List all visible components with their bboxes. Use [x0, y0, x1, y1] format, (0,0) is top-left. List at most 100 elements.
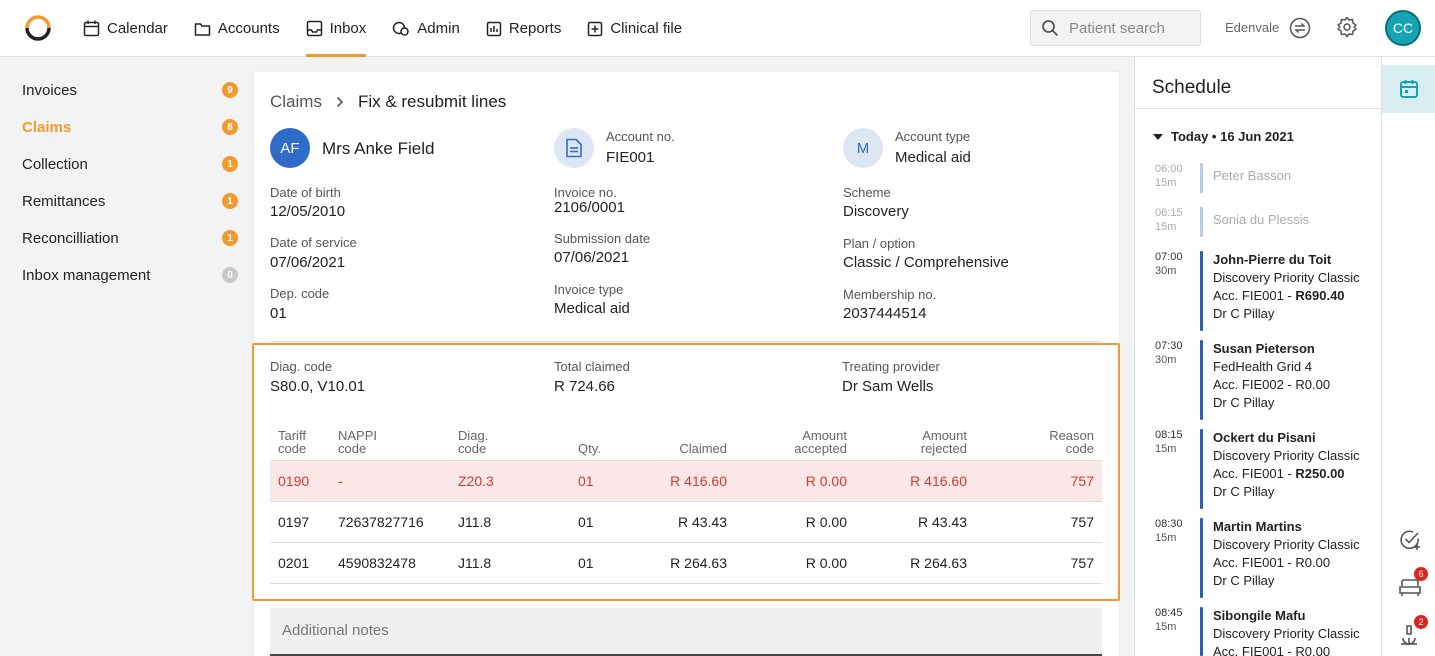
table-row[interactable]: 0201 4590832478 J11.8 01 R 264.63 R 0.00… — [270, 541, 1102, 584]
nappi-cell: 4590832478 — [330, 541, 450, 584]
scheme-label: Scheme — [843, 185, 891, 200]
plan-label: Plan / option — [843, 236, 916, 251]
appointment-duration: 15m — [1155, 532, 1177, 544]
accepted-cell: R 0.00 — [735, 500, 855, 542]
appointment-duration: 30m — [1155, 354, 1177, 366]
appointment-bar — [1200, 429, 1203, 509]
column-header: Diag. code — [458, 427, 489, 456]
patient-search[interactable] — [1030, 10, 1201, 46]
appointment-doctor: Dr C Pillay — [1213, 573, 1275, 588]
sidebar-item-collection[interactable]: Collection 1 — [22, 152, 238, 176]
reports-icon — [486, 21, 502, 36]
appointment-details: John-Pierre du Toit Discovery Priority C… — [1213, 251, 1360, 323]
appointment-time: 07:30 — [1155, 340, 1183, 352]
divider — [270, 341, 1102, 342]
tariff-cell: 0197 — [270, 500, 330, 542]
qty-cell: 01 — [570, 541, 630, 584]
switch-practice-icon[interactable] — [1289, 17, 1311, 39]
tasks-button[interactable] — [1396, 526, 1424, 554]
rejected-cell: R 416.60 — [855, 459, 975, 501]
appointment-doctor: Dr C Pillay — [1213, 306, 1275, 321]
account-type-value: Medical aid — [895, 149, 971, 166]
nav-inbox[interactable]: Inbox — [305, 0, 366, 57]
schedule-toggle-button[interactable] — [1382, 65, 1435, 113]
nav-accounts[interactable]: Accounts — [194, 0, 280, 57]
user-avatar[interactable]: CC — [1385, 10, 1421, 46]
search-input[interactable] — [1069, 19, 1194, 37]
appointment-patient: Susan Pieterson — [1213, 341, 1315, 356]
appointment-amount: R0.00 — [1295, 377, 1331, 392]
appointment-account: Acc. FIE001 - — [1213, 644, 1296, 656]
count-badge: 8 — [222, 119, 238, 135]
appointment-bar — [1200, 518, 1203, 598]
column-header: Reason code — [1049, 427, 1094, 456]
treating-provider-label: Treating provider — [842, 359, 940, 374]
invoice-no-value: 2106/0001 — [554, 199, 625, 216]
column-header: Amount rejected — [920, 427, 967, 456]
caret-down-icon — [1153, 133, 1163, 140]
invoice-type-label: Invoice type — [554, 282, 624, 297]
count-badge: 1 — [222, 230, 238, 246]
settings-icon[interactable] — [1336, 16, 1358, 38]
breadcrumb-claims-link[interactable]: Claims — [270, 92, 322, 112]
appointment-time: 08:15 — [1155, 429, 1183, 441]
notification-badge: 6 — [1414, 567, 1428, 581]
sidebar-item-remittances[interactable]: Remittances 1 — [22, 189, 238, 213]
rejected-cell: R 264.63 — [855, 541, 975, 584]
table-row[interactable]: 0190 - Z20.3 01 R 416.60 R 0.00 R 416.60… — [270, 459, 1102, 501]
folder-icon — [194, 22, 211, 36]
main-nav: Calendar Accounts Inbox Admin Reports Cl… — [83, 0, 708, 57]
nav-clinical-file-label: Clinical file — [610, 20, 683, 37]
qty-cell: 01 — [570, 500, 630, 542]
lab-results-button[interactable]: 2 — [1396, 615, 1428, 649]
account-avatar — [554, 128, 594, 168]
sidebar-item-label: Reconcilliation — [22, 229, 119, 247]
document-icon — [566, 138, 582, 158]
scheme-value: Discovery — [843, 203, 909, 220]
appointment-time: 08:45 — [1155, 607, 1183, 619]
nav-reports[interactable]: Reports — [486, 0, 562, 57]
dep-code-value: 01 — [270, 305, 287, 322]
additional-notes-field[interactable]: Additional notes — [270, 608, 1102, 656]
sidebar-item-invoices[interactable]: Invoices 9 — [22, 78, 238, 102]
nappi-cell: 72637827716 — [330, 500, 450, 542]
appointment-time: 08:30 — [1155, 518, 1183, 530]
claimed-cell: R 416.60 — [630, 459, 735, 501]
schedule-day-toggle[interactable]: Today • 16 Jun 2021 — [1153, 129, 1294, 144]
nav-admin[interactable]: Admin — [392, 0, 460, 57]
appointment-details: Martin Martins Discovery Priority Classi… — [1213, 518, 1360, 590]
breadcrumb: Claims Fix & resubmit lines — [270, 92, 506, 112]
appointment-account: Acc. FIE002 - — [1213, 377, 1296, 392]
appointment-plan: FedHealth Grid 4 — [1213, 359, 1312, 374]
qty-cell: 01 — [570, 459, 630, 501]
appointment-patient: Peter Basson — [1213, 168, 1292, 183]
sidebar-item-inbox-management[interactable]: Inbox management 0 — [22, 263, 238, 287]
appointment-bar — [1200, 163, 1203, 193]
accepted-cell: R 0.00 — [735, 541, 855, 584]
appointment-patient: Sibongile Mafu — [1213, 608, 1306, 623]
schedule-day-label: Today • 16 Jun 2021 — [1171, 129, 1294, 144]
sidebar-item-reconciliation[interactable]: Reconcilliation 1 — [22, 226, 238, 250]
appointment-details: Susan Pieterson FedHealth Grid 4 Acc. FI… — [1213, 340, 1330, 412]
sidebar-item-label: Claims — [22, 118, 72, 136]
plus-box-icon — [588, 21, 603, 36]
submission-date-label: Submission date — [554, 231, 651, 246]
schedule-panel: Schedule Today • 16 Jun 2021 06:00 15m P… — [1134, 57, 1382, 656]
divider — [1135, 108, 1382, 109]
app-logo[interactable] — [22, 12, 54, 44]
sidebar-item-claims[interactable]: Claims 8 — [22, 115, 238, 139]
count-badge: 9 — [222, 82, 238, 98]
plan-value: Classic / Comprehensive — [843, 254, 1009, 271]
count-badge: 0 — [222, 267, 238, 283]
appointment-details: Ockert du Pisani Discovery Priority Clas… — [1213, 429, 1360, 501]
total-claimed-value: R 724.66 — [554, 378, 615, 395]
nav-reports-label: Reports — [508, 20, 562, 37]
invoice-type-value: Medical aid — [554, 300, 630, 317]
appointment-patient: Sonia du Plessis — [1213, 212, 1310, 227]
page-title: Fix & resubmit lines — [357, 92, 507, 111]
nav-clinical-file[interactable]: Clinical file — [587, 0, 682, 57]
appointment-plan: Discovery Priority Classic — [1213, 626, 1360, 641]
table-row[interactable]: 0197 72637827716 J11.8 01 R 43.43 R 0.00… — [270, 500, 1102, 542]
waiting-room-button[interactable]: 6 — [1396, 567, 1428, 601]
nav-calendar[interactable]: Calendar — [83, 0, 168, 57]
